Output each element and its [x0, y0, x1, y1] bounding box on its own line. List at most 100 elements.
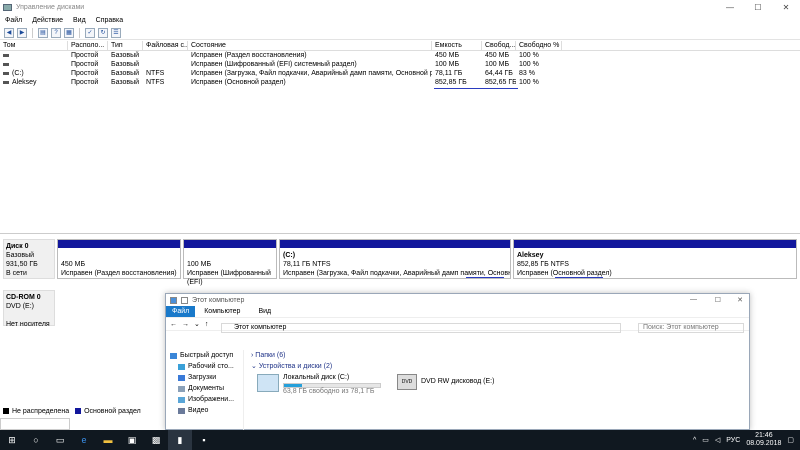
menu-help[interactable]: Справка — [91, 17, 128, 24]
drive-name: Локальный диск (C:) — [283, 374, 350, 381]
usage-bar-fill — [284, 384, 302, 387]
nav-documents[interactable]: Документы — [166, 383, 243, 394]
nav-quick-access[interactable]: Быстрый доступ — [166, 350, 243, 361]
address-bar[interactable]: Этот компьютер — [221, 323, 621, 333]
column-free-percent[interactable]: Свободно % — [516, 41, 562, 51]
help-icon[interactable]: ? — [51, 27, 61, 38]
nav-desktop[interactable]: Рабочий сто... — [166, 361, 243, 372]
search-icon[interactable]: ○ — [24, 430, 48, 450]
free-percent-cell: 100 % — [519, 79, 539, 86]
partition-name: (C:) — [283, 252, 296, 259]
maximize-button[interactable]: ☐ — [744, 0, 772, 14]
refresh-icon[interactable]: ↻ — [98, 27, 108, 38]
disk-0-label[interactable]: Диск 0 Базовый 931,50 ГБ В сети — [3, 239, 55, 279]
minimize-button[interactable]: — — [716, 0, 744, 14]
title-bar: Управление дисками — [0, 0, 800, 14]
partition-aleksey[interactable]: Aleksey 852,85 ГБ NTFS Исправен (Основной … — [513, 239, 797, 279]
menu-action[interactable]: Действие — [27, 17, 68, 24]
column-status[interactable]: Состояние — [188, 41, 432, 51]
video-icon — [178, 407, 185, 414]
menu-file[interactable]: Файл — [0, 17, 27, 24]
cdrom-0-label[interactable]: CD-ROM 0 DVD (E:) Нет носителя — [3, 290, 55, 328]
edge-icon[interactable]: e — [72, 430, 96, 450]
recent-chevron-icon[interactable]: ⌄ — [194, 320, 200, 328]
group-devices[interactable]: ⌄ Устройства и диски (2) — [251, 361, 746, 372]
table-row[interactable]: Простой Базовый Исправен (Шифрованный (E… — [0, 60, 800, 69]
group-folders[interactable]: › Папки (6) — [251, 350, 746, 361]
explorer-close-button[interactable]: ✕ — [737, 296, 743, 304]
check-icon[interactable] — [181, 296, 188, 304]
back-icon[interactable]: ◀ — [4, 27, 14, 38]
partition-name: Aleksey — [517, 252, 544, 259]
document-icon — [178, 385, 185, 392]
nav-pictures[interactable]: Изображени... — [166, 394, 243, 405]
tab-view[interactable]: Вид — [249, 308, 280, 315]
back-arrow-icon[interactable]: ← — [170, 321, 177, 328]
search-input[interactable]: Поиск: Этот компьютер — [638, 323, 744, 333]
tab-file[interactable]: Файл — [166, 306, 196, 317]
capacity-cell: 100 МБ — [435, 61, 460, 68]
primary-swatch — [75, 408, 82, 414]
store-icon[interactable]: ▣ — [120, 430, 144, 450]
forward-icon[interactable]: ▶ — [17, 27, 27, 38]
status-cell: Исправен (Загрузка, Файл подкачки, Авари… — [191, 70, 432, 77]
network-icon[interactable]: ▭ — [702, 436, 709, 444]
table-row[interactable]: Простой Базовый Исправен (Раздел восстан… — [0, 51, 800, 60]
partition-size: 852,85 ГБ NTFS — [517, 261, 569, 268]
volume-icon — [3, 53, 9, 57]
start-icon[interactable]: ⊞ — [0, 430, 24, 450]
annotation-underline — [466, 277, 504, 278]
partition-efi[interactable]: 100 МБ Исправен (Шифрованный (EFI) — [183, 239, 277, 286]
menu-view[interactable]: Вид — [68, 17, 91, 24]
explorer-maximize-button[interactable]: ☐ — [715, 296, 721, 304]
type-cell: Базовый — [111, 61, 140, 68]
tab-computer[interactable]: Компьютер — [195, 308, 249, 315]
dvd-drive-e[interactable]: DVD DVD RW дисковод (E:) — [397, 374, 494, 390]
people-icon[interactable]: ^ — [693, 437, 696, 444]
settings-icon[interactable]: ☰ — [111, 27, 121, 38]
free-cell: 100 МБ — [485, 61, 510, 68]
partition-name — [187, 251, 273, 260]
table-row[interactable]: (C:) Простой Базовый NTFS Исправен (Загр… — [0, 69, 800, 78]
list-view-icon[interactable]: ▤ — [38, 27, 48, 38]
column-filesystem[interactable]: Файловая с... — [143, 41, 188, 51]
column-layout[interactable]: Располо... — [68, 41, 108, 51]
column-free[interactable]: Свобод... — [482, 41, 516, 51]
drive-free-space: 63,8 ГБ свободно из 78,1 ГБ — [283, 388, 375, 395]
document-app-icon[interactable]: ▮ — [168, 430, 192, 450]
up-arrow-icon[interactable]: ↑ — [205, 321, 209, 328]
toolbar-separator — [79, 27, 80, 38]
disk-management-icon — [3, 3, 12, 11]
volume-table: Том Располо... Тип Файловая с... Состоян… — [0, 41, 800, 231]
computer-icon — [170, 296, 177, 304]
legend: Не распределена Основной раздел — [0, 406, 165, 416]
clock[interactable]: 21:46 08.09.2018 — [746, 432, 781, 448]
input-language[interactable]: РУС — [726, 437, 740, 444]
partition-c[interactable]: (C:) 78,11 ГБ NTFS Исправен (Загрузка, Фай… — [279, 239, 511, 279]
volume-icon[interactable]: ◁ — [715, 436, 720, 444]
windows-drive-icon — [257, 374, 279, 392]
notifications-icon[interactable]: ▢ — [787, 436, 794, 444]
table-row[interactable]: Aleksey Простой Базовый NTFS Исправен (О… — [0, 78, 800, 87]
taskbar-search-box[interactable] — [0, 418, 70, 430]
disk-tool-icon[interactable]: ▩ — [144, 430, 168, 450]
navigation-pane: Быстрый доступ Рабочий сто... Загрузки Д… — [166, 350, 244, 430]
layout-cell: Простой — [71, 70, 99, 77]
file-explorer-icon[interactable]: ▬ — [96, 430, 120, 450]
forward-arrow-icon[interactable]: → — [182, 321, 189, 328]
nav-downloads[interactable]: Загрузки — [166, 372, 243, 383]
close-button[interactable]: ✕ — [772, 0, 800, 14]
rescan-icon[interactable]: ✓ — [85, 27, 95, 38]
column-volume[interactable]: Том — [0, 41, 68, 51]
local-disk-c[interactable]: Локальный диск (C:) 63,8 ГБ свободно из … — [257, 374, 381, 395]
task-view-icon[interactable]: ▭ — [48, 430, 72, 450]
column-capacity[interactable]: Емкость — [432, 41, 482, 51]
column-type[interactable]: Тип — [108, 41, 143, 51]
partition-recovery[interactable]: 450 МБ Исправен (Раздел восстановления) — [57, 239, 181, 279]
remote-app-icon[interactable]: ▪ — [192, 430, 216, 450]
toolbar-separator — [32, 27, 33, 38]
properties-icon[interactable]: ▦ — [64, 27, 74, 38]
picture-icon — [178, 396, 185, 403]
nav-videos[interactable]: Видео — [166, 405, 243, 416]
explorer-minimize-button[interactable]: — — [690, 296, 697, 303]
